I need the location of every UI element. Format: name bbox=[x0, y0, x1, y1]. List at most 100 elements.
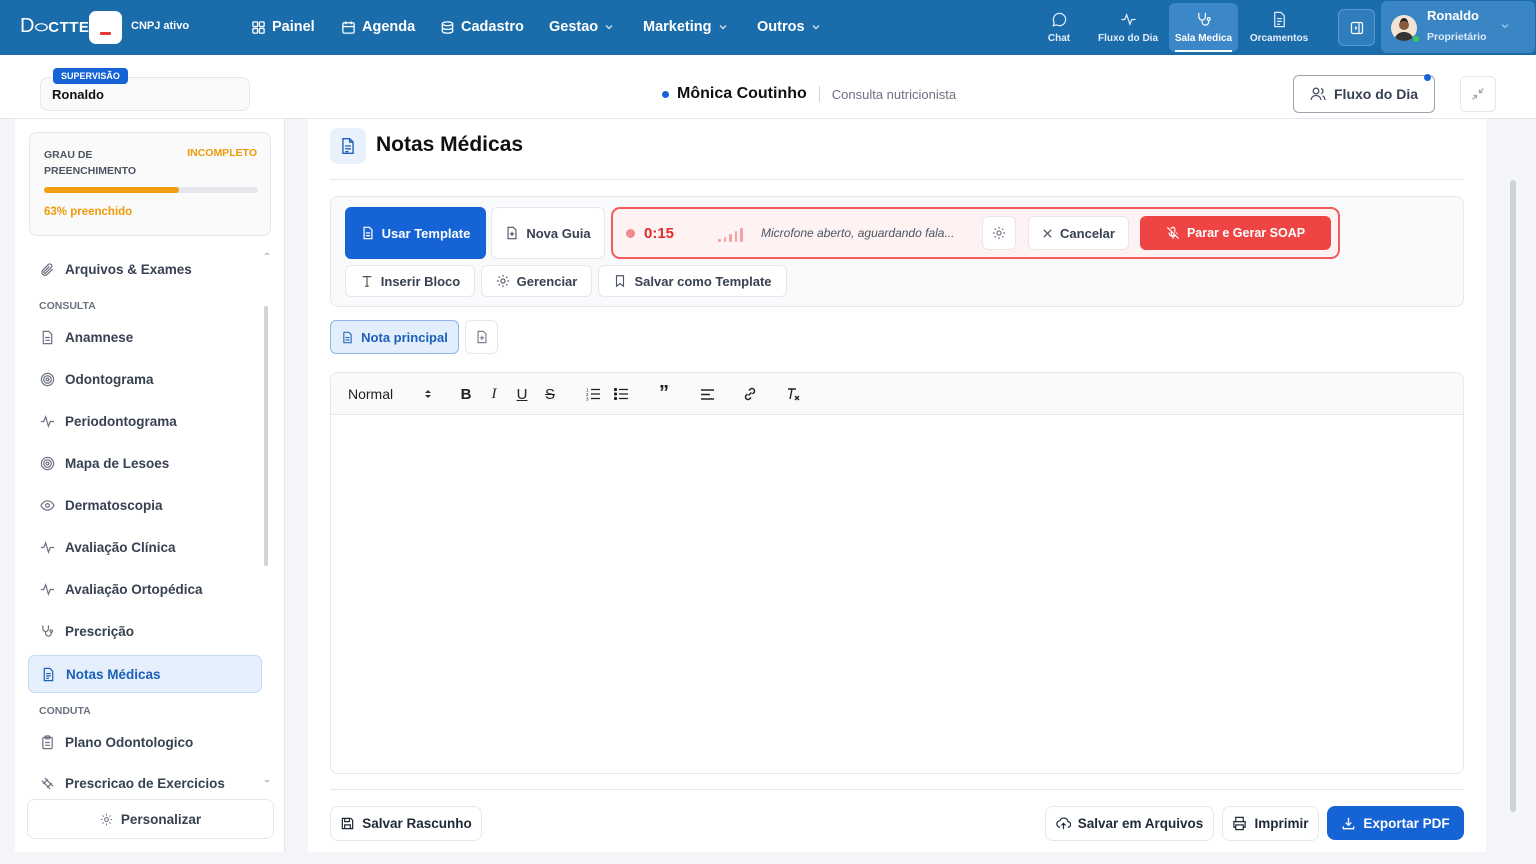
format-select[interactable]: Normal bbox=[348, 386, 393, 402]
activity-icon bbox=[1120, 13, 1136, 26]
quick-nav-label: Sala Medica bbox=[1174, 33, 1233, 44]
save-draft-button[interactable]: Salvar Rascunho bbox=[330, 806, 482, 841]
fluxo-do-dia-button[interactable]: Fluxo do Dia bbox=[1293, 74, 1435, 113]
document-icon bbox=[1273, 11, 1285, 28]
mic-off-icon bbox=[1166, 226, 1180, 240]
company-logo[interactable] bbox=[89, 11, 122, 44]
sidebar-item-avaliacao-ortopedica[interactable]: Avaliação Ortopédica bbox=[28, 570, 262, 608]
main-scrollbar[interactable] bbox=[1510, 180, 1516, 812]
toggle-panel-button[interactable] bbox=[1338, 9, 1375, 46]
personalize-button[interactable]: Personalizar bbox=[27, 799, 274, 839]
sidebar-item-mapa-lesoes[interactable]: Mapa de Lesoes bbox=[28, 444, 262, 482]
app-logo[interactable]: D⬭CTTE bbox=[20, 15, 89, 38]
quick-nav-sala-medica[interactable]: Sala Medica bbox=[1169, 3, 1238, 52]
template-toolbar: Usar Template Nova Guia 0:15 Microfone a… bbox=[330, 196, 1464, 307]
patient-status-dot bbox=[662, 90, 669, 98]
page-title: Notas Médicas bbox=[376, 133, 524, 156]
sort-icon[interactable] bbox=[424, 388, 432, 400]
insert-block-button[interactable]: Inserir Bloco bbox=[345, 265, 475, 297]
save-files-button[interactable]: Salvar em Arquivos bbox=[1045, 806, 1214, 841]
grid-icon bbox=[252, 20, 265, 34]
activity-icon bbox=[40, 540, 55, 554]
quote-icon[interactable]: ” bbox=[656, 382, 672, 404]
tab-nota-principal[interactable]: Nota principal bbox=[330, 320, 459, 354]
chevron-down-icon bbox=[1501, 24, 1509, 29]
strikethrough-icon[interactable]: S bbox=[542, 386, 558, 403]
ordered-list-icon[interactable]: 123 bbox=[585, 386, 601, 402]
target-icon bbox=[40, 456, 55, 470]
users-icon bbox=[1310, 87, 1326, 101]
quick-nav-label: Chat bbox=[1047, 33, 1071, 44]
minimize-button[interactable] bbox=[1460, 76, 1496, 112]
file-text-icon bbox=[43, 667, 54, 681]
sidebar-item-odontograma[interactable]: Odontograma bbox=[28, 360, 262, 398]
print-button[interactable]: Imprimir bbox=[1222, 806, 1319, 841]
nav-outros[interactable]: Outros bbox=[757, 17, 821, 37]
bold-icon[interactable]: B bbox=[458, 386, 474, 403]
sidebar-item-notas-medicas[interactable]: Notas Médicas bbox=[28, 655, 262, 693]
button-label: Cancelar bbox=[1060, 225, 1115, 241]
sidebar-item-arquivos[interactable]: Arquivos & Exames bbox=[28, 250, 262, 288]
supervisor-name: Ronaldo bbox=[52, 87, 104, 102]
sidebar-item-avaliacao-clinica[interactable]: Avaliação Clínica bbox=[28, 528, 262, 566]
sidebar-scrollbar[interactable] bbox=[264, 306, 268, 566]
patient-info: Mônica Coutinho Consulta nutricionista bbox=[662, 85, 956, 103]
audio-level-icon bbox=[718, 226, 743, 242]
recording-settings-button[interactable] bbox=[982, 216, 1016, 250]
quick-nav-fluxo[interactable]: Fluxo do Dia bbox=[1094, 3, 1162, 52]
paperclip-icon bbox=[41, 262, 54, 276]
nav-cadastro[interactable]: Cadastro bbox=[440, 17, 524, 37]
stethoscope-icon bbox=[1198, 12, 1211, 26]
bookmark-icon bbox=[616, 275, 625, 288]
quick-nav-chat[interactable]: Chat bbox=[1036, 3, 1082, 52]
sidebar-item-label: Arquivos & Exames bbox=[65, 261, 192, 277]
sidebar-item-label: Plano Odontologico bbox=[65, 734, 194, 750]
cancel-recording-button[interactable]: Cancelar bbox=[1028, 216, 1129, 250]
nav-agenda[interactable]: Agenda bbox=[341, 17, 415, 37]
chevron-down-icon bbox=[605, 25, 613, 30]
consultation-type: Consulta nutricionista bbox=[831, 86, 957, 102]
supervision-selector[interactable]: SUPERVISÃO Ronaldo bbox=[40, 68, 250, 111]
user-menu[interactable]: Ronaldo Proprietário bbox=[1381, 1, 1535, 53]
scroll-down-icon[interactable] bbox=[263, 779, 271, 785]
use-template-button[interactable]: Usar Template bbox=[345, 207, 486, 259]
button-label: Parar e Gerar SOAP bbox=[1186, 226, 1306, 240]
underline-icon[interactable]: U bbox=[514, 386, 530, 403]
sidebar-item-label: Dermatoscopia bbox=[65, 497, 163, 513]
file-plus-icon bbox=[477, 330, 486, 344]
quick-nav-label: Orcamentos bbox=[1249, 33, 1309, 44]
quick-nav-label: Fluxo do Dia bbox=[1098, 33, 1158, 44]
add-tab-button[interactable] bbox=[465, 320, 498, 354]
sidebar-item-dermatoscopia[interactable]: Dermatoscopia bbox=[28, 486, 262, 524]
bullet-list-icon[interactable] bbox=[613, 386, 629, 402]
nav-marketing[interactable]: Marketing bbox=[643, 17, 728, 37]
sidebar-item-prescricao-exercicios[interactable]: Prescricao de Exercicios bbox=[28, 764, 262, 790]
sidebar-item-plano-odontologico[interactable]: Plano Odontologico bbox=[28, 723, 262, 761]
align-icon[interactable] bbox=[699, 386, 715, 402]
italic-icon[interactable]: I bbox=[486, 386, 502, 402]
gear-icon bbox=[496, 274, 509, 288]
supervision-badge: SUPERVISÃO bbox=[53, 68, 128, 84]
export-pdf-button[interactable]: Exportar PDF bbox=[1327, 806, 1464, 840]
rich-text-editor[interactable]: Normal B I U S 123 ” bbox=[330, 372, 1464, 774]
sidebar-item-periodontograma[interactable]: Periodontograma bbox=[28, 402, 262, 440]
scroll-up-icon[interactable] bbox=[263, 250, 271, 256]
nav-gestao[interactable]: Gestao bbox=[549, 17, 614, 37]
quick-nav-orcamentos[interactable]: Orcamentos bbox=[1245, 3, 1313, 52]
sidebar-item-anamnese[interactable]: Anamnese bbox=[28, 318, 262, 356]
clipboard-icon bbox=[42, 734, 53, 749]
nav-painel[interactable]: Painel bbox=[251, 17, 315, 37]
new-guide-button[interactable]: Nova Guia bbox=[491, 207, 605, 259]
stop-generate-soap-button[interactable]: Parar e Gerar SOAP bbox=[1140, 216, 1331, 250]
save-template-button[interactable]: Salvar como Template bbox=[598, 265, 787, 297]
sidebar-item-prescricao[interactable]: Prescrição bbox=[28, 612, 262, 650]
active-indicator bbox=[1175, 50, 1232, 52]
recording-timer: 0:15 bbox=[644, 225, 675, 242]
printer-icon bbox=[1233, 816, 1247, 831]
sidebar-clip: Prescricao de Exercicios bbox=[15, 764, 277, 790]
clear-format-icon[interactable] bbox=[785, 386, 801, 402]
section-conduta: CONDUTA bbox=[39, 705, 91, 717]
manage-button[interactable]: Gerenciar bbox=[481, 265, 592, 297]
link-icon[interactable] bbox=[742, 386, 758, 402]
file-text-icon bbox=[343, 331, 352, 343]
